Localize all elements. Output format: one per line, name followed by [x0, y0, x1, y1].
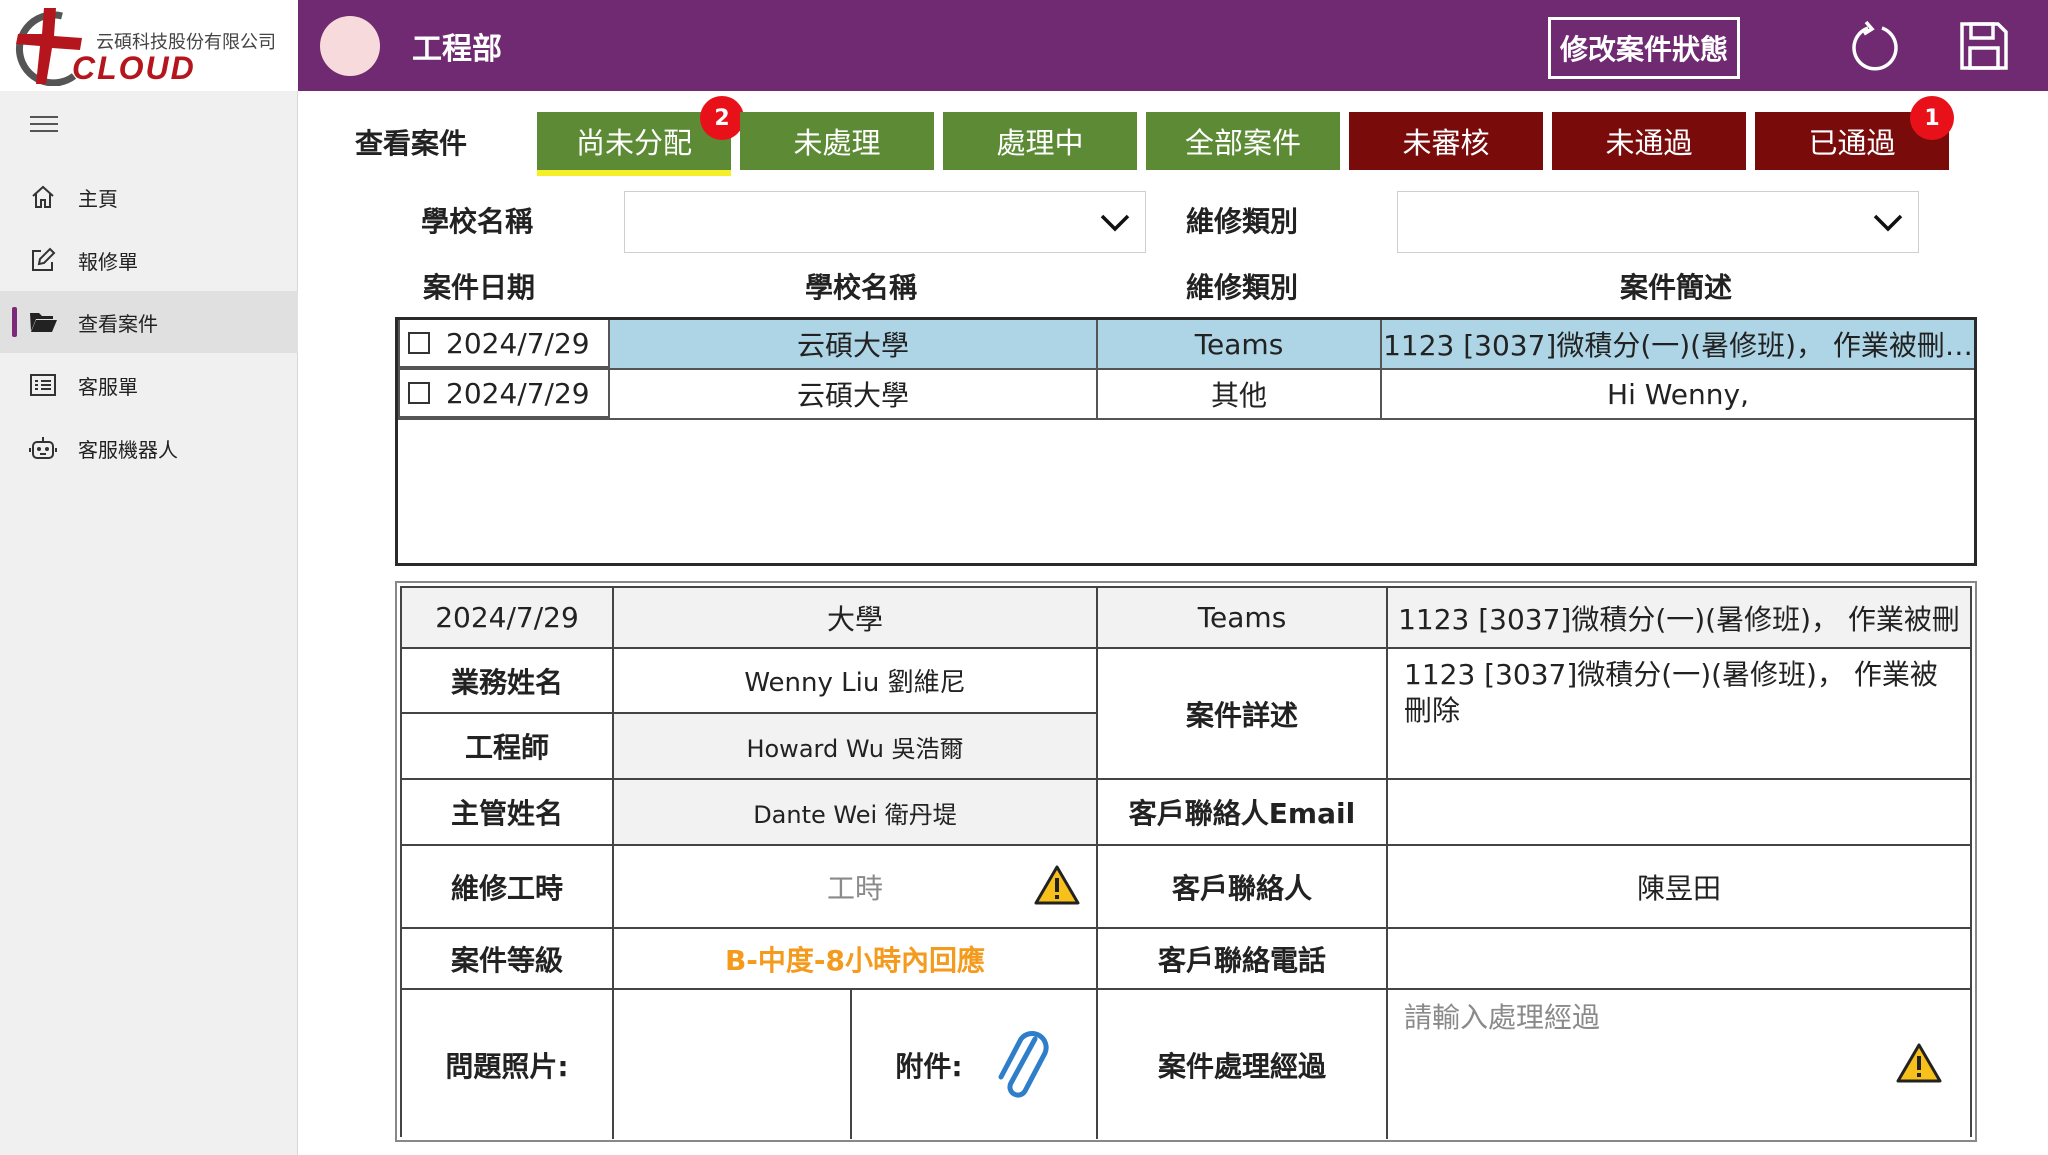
case-detail-label: 案件詳述	[1098, 649, 1388, 780]
table-cell-summary: Hi Wenny,	[1607, 377, 1749, 411]
sidebar-item-label: 客服單	[78, 374, 138, 399]
case-level-label: 案件等級	[402, 929, 614, 990]
sales-name-label: 業務姓名	[402, 649, 614, 714]
table-row[interactable]: 2024/7/29 云碩大學 Teams 1123 [3037]微積分(一)(暑…	[398, 320, 1974, 370]
table-cell-date: 2024/7/29	[398, 320, 610, 368]
case-detail-panel: 2024/7/29 大學 Teams 1123 [3037]微積分(一)(暑修班…	[395, 581, 1977, 1142]
tab-unassigned-badge: 2	[700, 96, 744, 140]
chevron-down-icon	[1873, 214, 1903, 232]
sidebar-item-repair-form[interactable]: 報修單	[0, 229, 298, 291]
detail-date: 2024/7/29	[402, 588, 614, 649]
tab-label: 未審核	[1402, 126, 1490, 160]
table-cell-date: 2024/7/29	[398, 370, 610, 418]
tab-rejected[interactable]: 未通過	[1552, 112, 1746, 170]
robot-icon	[28, 433, 58, 463]
table-row[interactable]: 2024/7/29 云碩大學 其他 Hi Wenny,	[398, 370, 1974, 420]
case-detail-value: 1123 [3037]微積分(一)(暑修班)， 作業被刪除	[1388, 649, 1970, 780]
repair-type-filter-dropdown[interactable]	[1397, 191, 1919, 253]
school-filter-label: 學校名稱	[421, 205, 534, 238]
sidebar-item-view-cases[interactable]: 查看案件	[0, 291, 298, 353]
paperclip-icon[interactable]	[993, 1025, 1053, 1105]
hamburger-menu-icon[interactable]	[30, 116, 58, 138]
detail-type: Teams	[1098, 588, 1388, 649]
contact-phone-value[interactable]	[1388, 929, 1970, 990]
repair-hours-label: 維修工時	[402, 846, 614, 929]
tab-label: 尚未分配	[575, 126, 692, 160]
tab-unreviewed[interactable]: 未審核	[1349, 112, 1543, 170]
tab-unprocessed[interactable]: 未處理	[740, 112, 934, 170]
contact-name-value[interactable]: 陳昱田	[1388, 846, 1970, 929]
column-header-type: 維修類別	[1186, 271, 1299, 304]
engineer-value: Howard Wu 吳浩爾	[614, 714, 1098, 780]
case-process-label: 案件處理經過	[1098, 990, 1388, 1139]
tab-label: 全部案件	[1184, 126, 1301, 160]
tab-label: 未通過	[1605, 126, 1693, 160]
problem-photo-area[interactable]	[614, 990, 852, 1139]
row-checkbox[interactable]	[408, 382, 430, 404]
top-bar: 工程部 修改案件狀態	[298, 0, 2048, 91]
sidebar-item-service-bot[interactable]: 客服機器人	[0, 417, 298, 479]
tab-processing[interactable]: 處理中	[943, 112, 1137, 170]
avatar[interactable]	[320, 16, 380, 76]
tab-label: 未處理	[793, 126, 881, 160]
home-icon	[28, 182, 58, 212]
sidebar-item-service-form[interactable]: 客服單	[0, 354, 298, 416]
table-cell-summary: 1123 [3037]微積分(一)(暑修班)， 作業被刪…	[1383, 329, 1973, 362]
manager-name-label: 主管姓名	[402, 780, 614, 846]
view-cases-label: 查看案件	[355, 127, 468, 160]
sidebar-item-label: 查看案件	[78, 311, 158, 336]
repair-type-filter-label: 維修類別	[1186, 205, 1299, 238]
contact-name-label: 客戶聯絡人	[1098, 846, 1388, 929]
edit-icon	[28, 245, 58, 275]
refresh-icon[interactable]	[1848, 20, 1902, 74]
sidebar: 云碩科技股份有限公司 CLOUD 主頁 報修單 查看案件 客服單 客服機器人	[0, 0, 298, 1155]
contact-email-label: 客戶聯絡人Email	[1098, 780, 1388, 846]
detail-summary: 1123 [3037]微積分(一)(暑修班)， 作業被刪	[1388, 588, 1970, 649]
repair-hours-input[interactable]: 工時	[614, 846, 1098, 929]
row-checkbox[interactable]	[408, 332, 430, 354]
sidebar-item-label: 主頁	[78, 186, 118, 211]
column-header-date: 案件日期	[423, 271, 536, 304]
column-header-summary: 案件簡述	[1620, 271, 1733, 304]
case-process-input[interactable]: 請輸入處理經過	[1388, 990, 1970, 1139]
logo-text: CLOUD	[72, 50, 196, 86]
save-icon[interactable]	[1958, 20, 2010, 72]
column-header-school: 學校名稱	[805, 271, 918, 304]
contact-email-value[interactable]	[1388, 780, 1970, 846]
attachment-label: 附件:	[895, 1049, 963, 1083]
warning-icon	[1034, 865, 1080, 905]
problem-photo-label: 問題照片:	[402, 990, 614, 1139]
table-cell-type: 其他	[1098, 370, 1382, 418]
company-logo: 云碩科技股份有限公司 CLOUD	[0, 0, 298, 91]
folder-open-icon	[28, 307, 58, 337]
contact-phone-label: 客戶聯絡電話	[1098, 929, 1388, 990]
case-list-table: 2024/7/29 云碩大學 Teams 1123 [3037]微積分(一)(暑…	[395, 317, 1977, 566]
sidebar-item-label: 客服機器人	[78, 437, 178, 462]
page-title: 工程部	[412, 32, 502, 67]
table-cell-type: Teams	[1098, 320, 1382, 368]
list-icon	[28, 370, 58, 400]
engineer-label: 工程師	[402, 714, 614, 780]
table-cell-school: 云碩大學	[610, 370, 1098, 418]
sales-name-value: Wenny Liu 劉維尼	[614, 649, 1098, 714]
sidebar-item-label: 報修單	[78, 249, 138, 274]
attachment-area[interactable]: 附件:	[852, 990, 1098, 1139]
tab-all-cases[interactable]: 全部案件	[1146, 112, 1340, 170]
case-level-value[interactable]: B-中度-8小時內回應	[614, 929, 1098, 990]
chevron-down-icon	[1100, 214, 1130, 232]
manager-name-value: Dante Wei 衛丹堤	[614, 780, 1098, 846]
school-filter-dropdown[interactable]	[624, 191, 1146, 253]
modify-case-status-button[interactable]: 修改案件狀態	[1548, 17, 1740, 79]
detail-school: 大學	[614, 588, 1098, 649]
tab-approved-badge: 1	[1910, 96, 1954, 140]
tab-label: 處理中	[996, 126, 1084, 160]
table-cell-school: 云碩大學	[610, 320, 1098, 368]
warning-icon	[1896, 1043, 1942, 1083]
tab-label: 已通過	[1808, 126, 1896, 160]
sidebar-item-home[interactable]: 主頁	[0, 166, 298, 228]
